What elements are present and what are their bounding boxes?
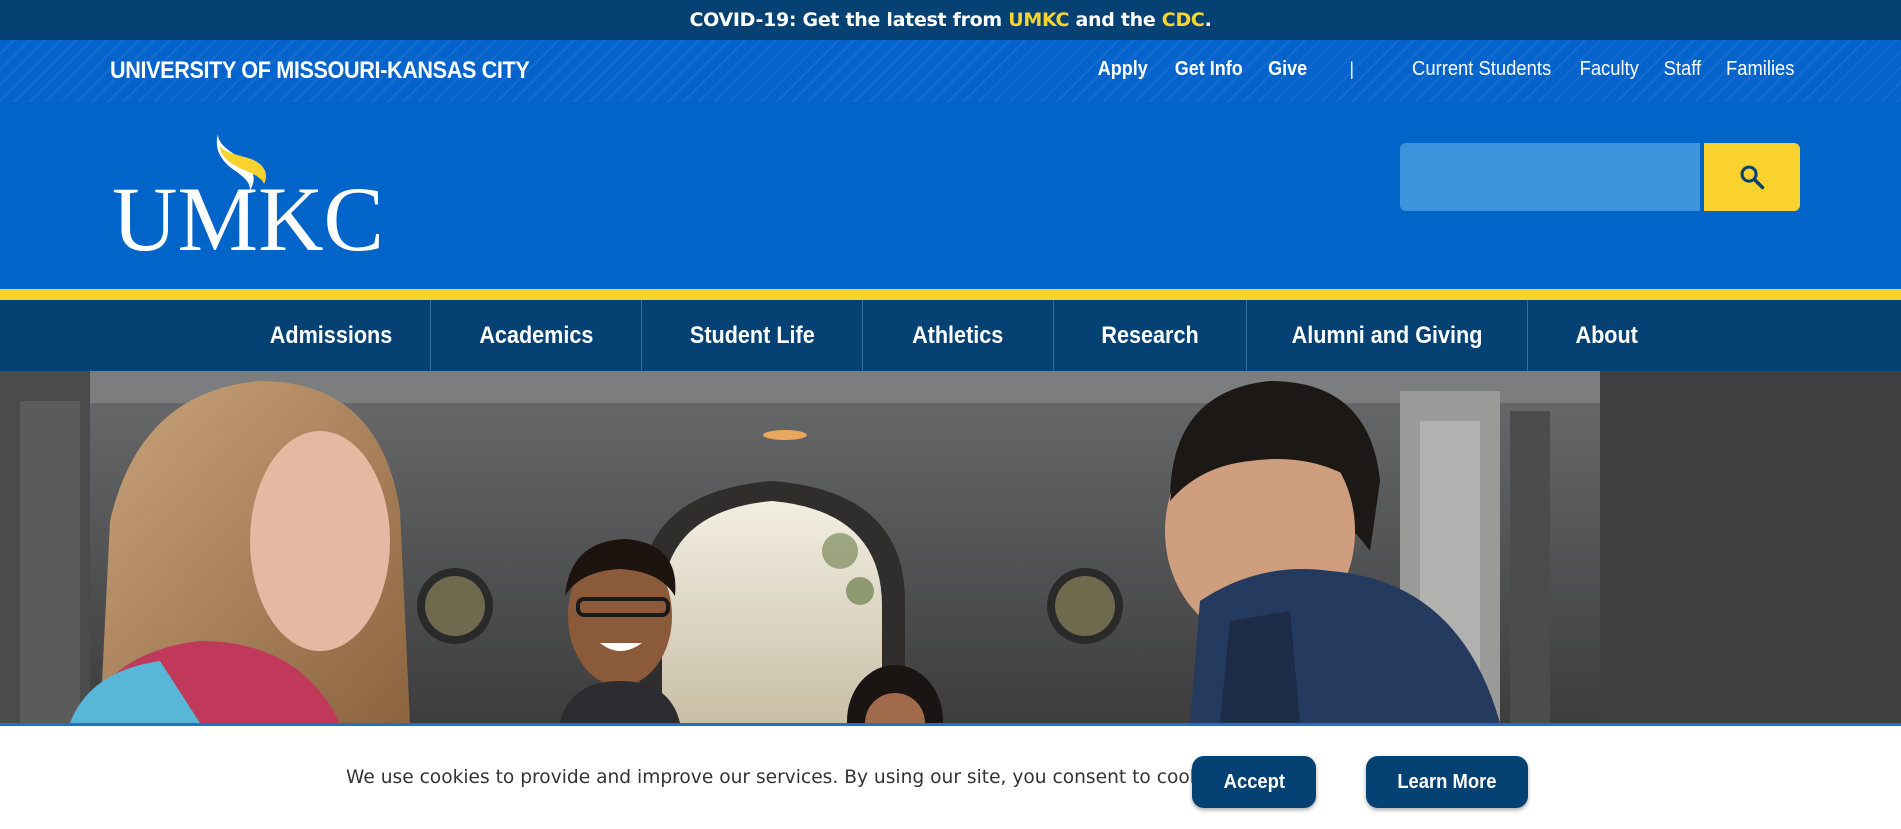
current-students-link[interactable]: Current Students <box>1412 58 1551 81</box>
search-button[interactable] <box>1704 143 1800 211</box>
search-input[interactable] <box>1400 143 1700 211</box>
utility-bar: UNIVERSITY OF MISSOURI-KANSAS CITY Apply… <box>0 40 1901 102</box>
nav-athletics[interactable]: Athletics <box>863 300 1053 371</box>
search-icon <box>1740 165 1765 190</box>
give-link[interactable]: Give <box>1268 58 1307 81</box>
accept-button[interactable]: Accept <box>1192 756 1316 808</box>
covid-alert-bar: COVID-19: Get the latest from UMKC and t… <box>0 0 1901 40</box>
nav-admissions-label: Admissions <box>269 321 393 349</box>
nav-about[interactable]: About <box>1528 300 1686 371</box>
gold-stripe <box>0 289 1901 300</box>
families-link[interactable]: Families <box>1726 58 1794 81</box>
site-header: UNIVERSITY OF MISSOURI-KANSAS CITY Apply… <box>0 40 1901 289</box>
nav-alumni-giving-label: Alumni and Giving <box>1291 321 1483 349</box>
nav-academics[interactable]: Academics <box>431 300 641 371</box>
hero-video[interactable] <box>0 371 1901 723</box>
nav-student-life-label: Student Life <box>689 321 815 349</box>
alert-link-umkc[interactable]: UMKC <box>1008 9 1069 31</box>
get-info-link[interactable]: Get Info <box>1174 58 1242 81</box>
utility-links: Apply Get Info Give | Current Students F… <box>1075 58 1797 81</box>
staff-link[interactable]: Staff <box>1663 58 1701 81</box>
learn-more-button[interactable]: Learn More <box>1366 756 1528 808</box>
alert-link-cdc[interactable]: CDC <box>1162 9 1205 31</box>
nav-research[interactable]: Research <box>1054 300 1246 371</box>
nav-alumni-giving[interactable]: Alumni and Giving <box>1247 300 1527 371</box>
hero-photo <box>0 371 1901 723</box>
umkc-logo-graphic: UMKC <box>112 134 384 270</box>
faculty-link[interactable]: Faculty <box>1580 58 1639 81</box>
logo-wordmark: UMKC <box>112 168 384 260</box>
umkc-logo[interactable]: UMKC <box>112 130 384 270</box>
nav-about-label: About <box>1575 321 1639 349</box>
nav-admissions[interactable]: Admissions <box>232 300 430 371</box>
nav-athletics-label: Athletics <box>912 321 1004 349</box>
nav-student-life[interactable]: Student Life <box>642 300 862 371</box>
apply-link[interactable]: Apply <box>1098 58 1148 81</box>
utility-separator: | <box>1349 59 1355 79</box>
accept-button-label: Accept <box>1223 770 1285 793</box>
alert-middle: and the <box>1069 9 1162 31</box>
main-nav: Admissions Academics Student Life Athlet… <box>0 300 1901 371</box>
learn-more-button-label: Learn More <box>1397 770 1497 793</box>
alert-suffix: . <box>1204 9 1212 31</box>
nav-research-label: Research <box>1101 321 1199 349</box>
cookie-message: We use cookies to provide and improve ou… <box>346 766 1233 788</box>
university-name[interactable]: UNIVERSITY OF MISSOURI-KANSAS CITY <box>110 57 530 85</box>
alert-prefix: COVID-19: Get the latest from <box>689 9 1009 31</box>
cookie-consent-bar: We use cookies to provide and improve ou… <box>0 723 1901 829</box>
nav-academics-label: Academics <box>478 321 594 349</box>
